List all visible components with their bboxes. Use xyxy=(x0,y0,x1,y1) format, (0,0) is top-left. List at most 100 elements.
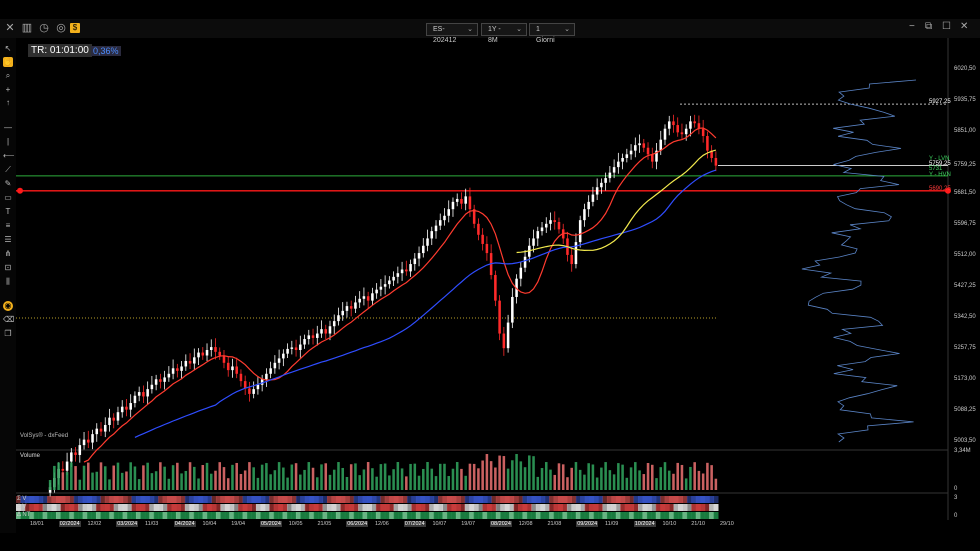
heatmap-cell xyxy=(69,504,75,511)
volume-axis-top: 3,34M xyxy=(954,448,971,454)
heatmap-cell xyxy=(611,496,617,503)
volume-bar xyxy=(137,479,141,490)
heatmap-cell xyxy=(633,504,639,511)
heatmap-cell xyxy=(233,512,239,519)
heatmap-cell xyxy=(273,496,279,503)
heatmap-cell xyxy=(251,504,257,511)
volume-bar xyxy=(307,462,311,490)
heatmap-cell xyxy=(295,512,301,519)
heatmap-cell xyxy=(398,504,404,511)
heatmap-layer xyxy=(16,496,719,519)
heatmap-cell xyxy=(269,512,275,519)
volume-bar xyxy=(205,462,209,490)
heatmap-cell xyxy=(655,512,661,519)
heatmap-cell xyxy=(513,496,519,503)
volume-bar xyxy=(286,477,289,490)
heatmap-cell xyxy=(33,504,39,511)
heatmap-cell xyxy=(109,496,115,503)
candle-body xyxy=(341,310,344,316)
heatmap-cell xyxy=(433,496,439,503)
volume-bar xyxy=(379,464,383,490)
volume-bar xyxy=(557,463,561,490)
candle-body xyxy=(218,351,222,356)
heatmap-cell xyxy=(402,512,408,519)
candle-body xyxy=(133,395,137,404)
heatmap-cell xyxy=(171,504,177,511)
heatmap-cell xyxy=(344,496,350,503)
heatmap-cell xyxy=(171,512,177,519)
heatmap-cell xyxy=(544,496,550,503)
heatmap-cell xyxy=(566,496,572,503)
heatmap-cell xyxy=(500,496,506,503)
price-chart[interactable] xyxy=(0,0,980,551)
heatmap-cell xyxy=(64,504,70,511)
heatmap-cell xyxy=(73,496,79,503)
heatmap-cell xyxy=(220,504,226,511)
heatmap-cell xyxy=(540,504,546,511)
candle-body xyxy=(706,136,709,151)
volume-bar xyxy=(311,467,315,490)
volume-bar xyxy=(388,475,391,490)
volume-bar xyxy=(519,461,523,490)
heatmap-cell xyxy=(55,512,61,519)
heatmap-cell xyxy=(384,512,390,519)
heatmap-cell xyxy=(611,504,617,511)
volume-bar xyxy=(265,463,268,490)
volume-bar xyxy=(464,475,467,490)
heatmap-cell xyxy=(327,512,332,519)
heatmap-cell xyxy=(446,496,452,503)
heatmap-cell xyxy=(571,512,577,519)
heatmap-cell xyxy=(544,504,550,511)
heatmap-cell xyxy=(691,504,697,511)
heatmap-cell xyxy=(460,504,466,511)
heatmap-row-label: Σ V xyxy=(17,496,27,502)
candle-body xyxy=(511,296,514,323)
heatmap-cell xyxy=(486,504,492,511)
heatmap-cell xyxy=(606,496,612,503)
candle-body xyxy=(345,306,349,311)
candle-body xyxy=(273,362,277,369)
candle-body xyxy=(95,428,99,435)
candle-body xyxy=(248,388,251,394)
heatmap-cell xyxy=(491,504,497,511)
heatmap-cell xyxy=(269,496,275,503)
volume-bar xyxy=(604,462,607,490)
volume-bar xyxy=(74,466,77,490)
volume-bar xyxy=(366,462,370,490)
candle-body xyxy=(205,350,209,356)
candle-body xyxy=(120,406,124,413)
heatmap-cell xyxy=(598,496,603,503)
date-tick-label: 29/10 xyxy=(720,521,734,527)
date-tick-label: 10/10 xyxy=(662,521,677,527)
heatmap-cell xyxy=(247,512,252,519)
volume-bar xyxy=(536,476,540,490)
volume-bar xyxy=(701,473,705,490)
candle-body xyxy=(417,253,421,259)
heatmap-cell xyxy=(429,504,435,511)
volume-bar xyxy=(489,461,493,490)
heatmap-cell xyxy=(69,496,75,503)
heatmap-cell xyxy=(415,496,421,503)
candle-body xyxy=(553,220,557,222)
volume-profile xyxy=(801,79,917,443)
candle-body xyxy=(362,296,366,299)
heatmap-cell xyxy=(424,504,430,511)
heatmap-cell xyxy=(358,512,364,519)
heatmap-cell xyxy=(686,504,692,511)
candle-body xyxy=(320,329,323,334)
candle-body xyxy=(125,406,128,410)
heatmap-cell xyxy=(420,512,426,519)
price-tick-label: 5088,25 xyxy=(954,407,976,413)
heatmap-cell xyxy=(509,504,515,511)
date-tick-label: 21/10 xyxy=(691,521,706,527)
heatmap-cell xyxy=(455,512,461,519)
heatmap-cell xyxy=(522,512,528,519)
heatmap-cell xyxy=(544,512,550,519)
heatmap-cell xyxy=(295,496,301,503)
candle-body xyxy=(316,333,319,338)
heatmap-cell xyxy=(55,496,61,503)
heatmap-cell xyxy=(549,512,555,519)
candle-body xyxy=(438,220,442,226)
heatmap-cell xyxy=(51,504,57,511)
volume-bar xyxy=(256,477,260,490)
